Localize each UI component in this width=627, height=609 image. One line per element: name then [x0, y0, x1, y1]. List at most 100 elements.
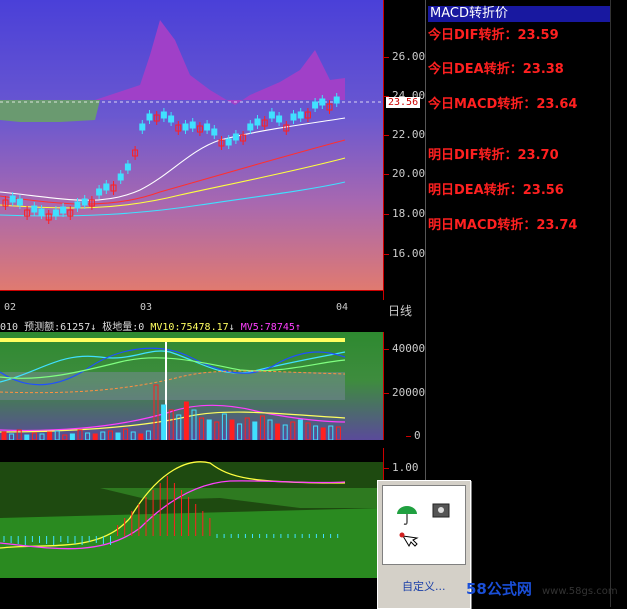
candle-body — [297, 111, 304, 119]
candle-body — [232, 133, 239, 141]
volume-bar — [237, 423, 243, 440]
popup-icon-area — [382, 485, 466, 565]
candle-body — [333, 96, 340, 104]
volume-bar — [328, 425, 334, 440]
volume-axis: 400000 200000 0 — [383, 332, 432, 442]
candle-body — [225, 138, 232, 146]
candle-body — [124, 163, 131, 171]
volume-bar — [305, 422, 311, 440]
volume-bar — [92, 433, 98, 440]
volume-chart[interactable] — [0, 332, 383, 440]
volume-bar — [206, 419, 212, 440]
ma-yellow — [0, 157, 346, 209]
volume-chart-svg — [0, 338, 346, 440]
volume-bar — [290, 421, 296, 440]
tomorrow-dif-turn: 明日DIF转折：23.70 — [428, 148, 559, 163]
candle-body — [60, 206, 67, 214]
candle-body — [31, 205, 38, 213]
candle-body — [189, 121, 196, 129]
candle-body — [312, 101, 319, 109]
volume-bar — [1, 431, 7, 440]
volume-bar — [107, 430, 113, 440]
candle-body — [74, 201, 81, 209]
candle-body — [9, 195, 16, 203]
scroll-strip[interactable] — [610, 0, 627, 607]
current-price-badge: 23.56 — [386, 97, 421, 108]
candle-body — [139, 123, 146, 131]
volume-bar — [282, 424, 288, 440]
band-left-fill — [0, 100, 100, 122]
volume-tick: 0 — [406, 429, 421, 442]
candle-body — [319, 98, 326, 106]
volume-bar — [100, 431, 106, 440]
umbrella-icon[interactable] — [397, 506, 417, 525]
volume-bar — [259, 415, 265, 440]
candle-body — [211, 128, 218, 136]
volume-bar — [183, 401, 189, 440]
cursor-tool-icon[interactable] — [399, 532, 419, 548]
date-tick: 03 — [140, 302, 153, 313]
ma-cyan — [0, 181, 346, 217]
picture-icon[interactable] — [432, 503, 450, 518]
macd-band-mid — [0, 508, 383, 578]
volume-bar — [115, 432, 121, 440]
volume-bar — [31, 432, 37, 440]
volume-header: 010 预测额:61257↓ 极地量:0 MV10:75478.17↓ MV5:… — [0, 318, 383, 333]
volume-bar — [161, 404, 167, 440]
candle-body — [103, 183, 110, 191]
volume-bar — [335, 426, 341, 440]
candle-body — [38, 208, 45, 216]
volume-top-band — [0, 338, 345, 342]
today-dea-turn: 今日DEA转折：23.38 — [428, 62, 564, 77]
volume-bar — [138, 433, 144, 440]
volume-bar — [62, 434, 68, 440]
volume-bar — [199, 417, 205, 440]
volume-bar — [24, 434, 30, 440]
volume-bar — [47, 431, 53, 440]
tomorrow-macd-turn: 明日MACD转折：23.74 — [428, 218, 578, 233]
candle-body — [96, 188, 103, 196]
candle-body — [160, 111, 167, 119]
ma-white — [0, 117, 346, 201]
volume-bar — [145, 430, 151, 440]
macd-tick: 1.00 — [384, 461, 419, 474]
volume-bar — [267, 419, 273, 440]
watermark-brand: 58公式网 — [466, 578, 532, 599]
macd-chart[interactable] — [0, 448, 383, 578]
watermark-text: 58公式网 — [466, 580, 532, 598]
candle-body — [52, 209, 59, 217]
volume-bar — [168, 409, 174, 440]
candle-body — [204, 123, 211, 131]
customize-link[interactable]: 自定义... — [402, 578, 446, 594]
candle-body — [254, 118, 261, 126]
panel-title: MACD转折价 — [428, 6, 611, 22]
price-chart[interactable] — [0, 0, 383, 290]
volume-bar — [252, 421, 258, 440]
today-macd-turn: 今日MACD转折：23.64 — [428, 97, 578, 112]
tomorrow-dea-turn: 明日DEA转折：23.56 — [428, 183, 564, 198]
volume-bar — [123, 428, 129, 440]
price-tick: 20.00 — [383, 167, 426, 180]
candle-body — [247, 123, 254, 131]
today-dif-turn: 今日DIF转折：23.59 — [428, 28, 559, 43]
bottom-bar — [0, 578, 377, 607]
volume-bar — [244, 417, 250, 440]
candle-body — [81, 198, 88, 206]
price-chart-svg — [0, 20, 383, 224]
period-label[interactable]: 日线 — [388, 302, 412, 319]
date-axis: 02 03 04 — [0, 290, 383, 319]
volume-bar — [221, 413, 227, 440]
volume-bar — [85, 432, 91, 440]
candle-body — [182, 123, 189, 131]
popup-icons-svg — [397, 503, 450, 548]
volume-bar — [229, 419, 235, 440]
volume-bar — [275, 423, 281, 440]
candle-body — [117, 173, 124, 181]
volume-bar — [9, 433, 15, 440]
candle-body — [146, 113, 153, 121]
candle-body — [16, 198, 23, 206]
volume-bar — [214, 421, 220, 440]
volume-bar — [130, 431, 136, 440]
candle-body — [290, 113, 297, 121]
macd-chart-svg — [0, 461, 383, 578]
